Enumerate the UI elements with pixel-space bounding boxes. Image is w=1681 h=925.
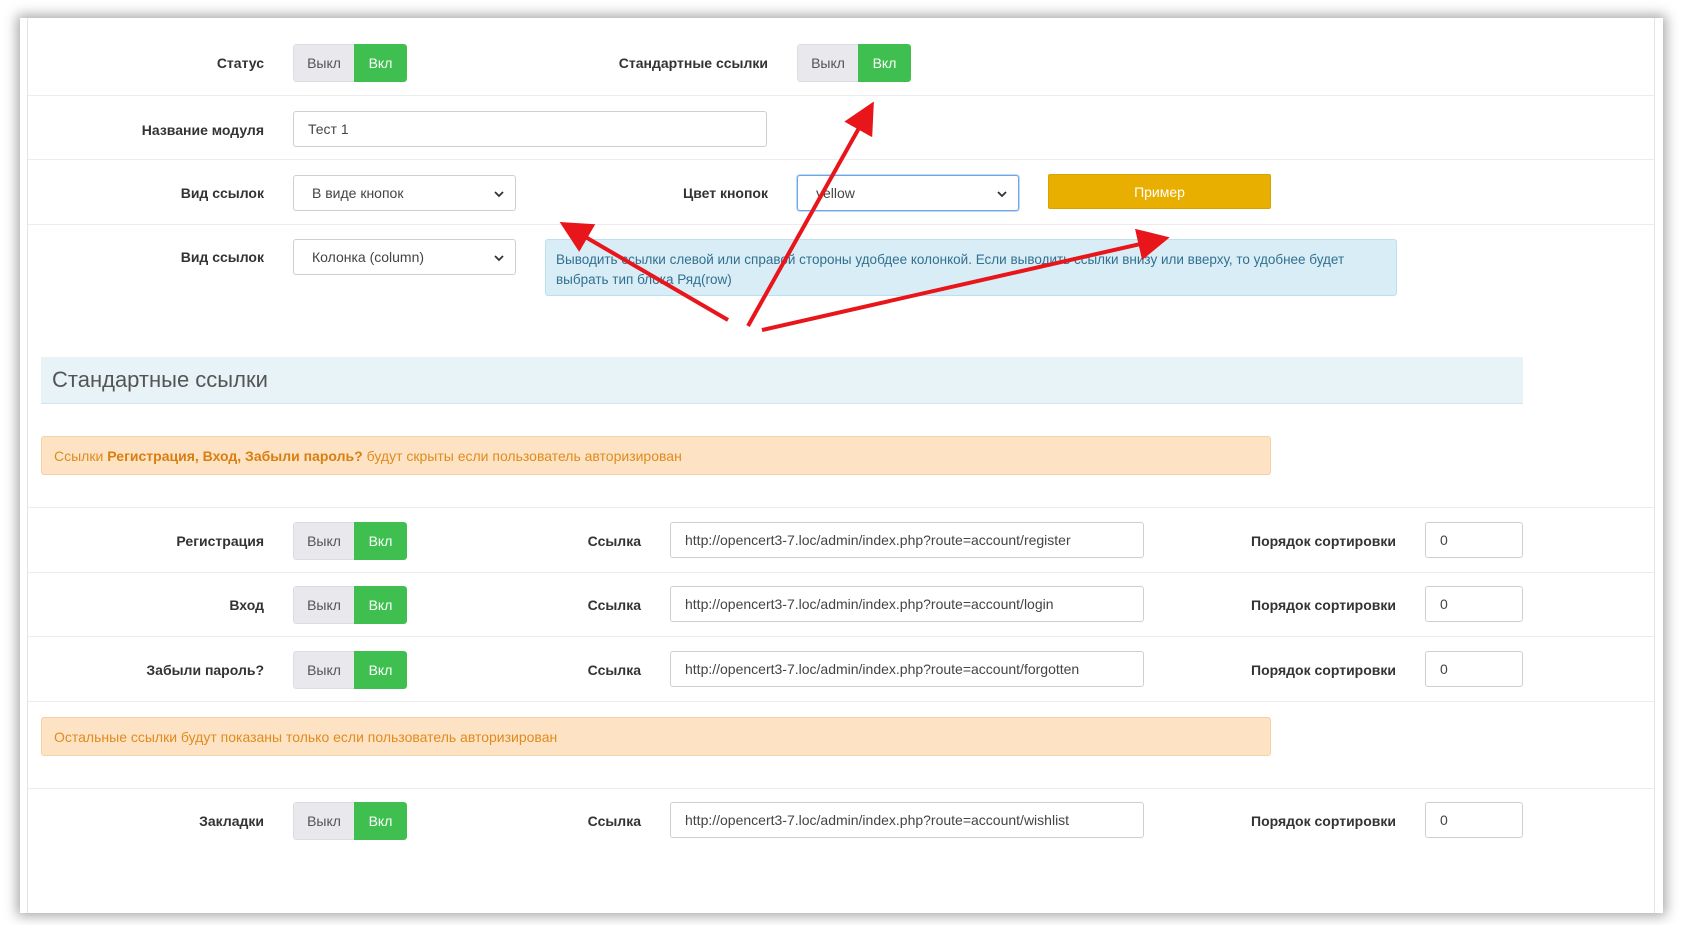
layout-info-alert: Выводить ссылки слевой или справой сторо…	[545, 239, 1397, 296]
screenshot-frame: Статус Выкл Вкл Стандартные ссылки Выкл …	[20, 18, 1663, 913]
forgotten-on-button[interactable]: Вкл	[354, 651, 407, 689]
register-toggle[interactable]: Выкл Вкл	[293, 522, 407, 560]
std-links-off-button[interactable]: Выкл	[797, 44, 858, 82]
login-off-button[interactable]: Выкл	[293, 586, 354, 624]
module-name-label: Название модуля	[141, 122, 264, 138]
chevron-down-icon	[997, 191, 1007, 198]
module-settings-panel: Статус Выкл Вкл Стандартные ссылки Выкл …	[27, 18, 1655, 913]
link-label: Ссылка	[587, 533, 641, 549]
forgotten-off-button[interactable]: Выкл	[293, 651, 354, 689]
forgotten-toggle[interactable]: Выкл Вкл	[293, 651, 407, 689]
row-divider	[28, 507, 1654, 508]
sample-button[interactable]: Пример	[1048, 174, 1271, 209]
sort-order-label: Порядок сортировки	[1251, 813, 1396, 829]
link-label: Ссылка	[587, 813, 641, 829]
wishlist-toggle[interactable]: Выкл Вкл	[293, 802, 407, 840]
links-layout-label: Вид ссылок	[180, 249, 264, 265]
row-divider	[28, 224, 1654, 225]
button-color-value: yellow	[816, 185, 855, 201]
row-divider	[28, 701, 1654, 702]
register-off-button[interactable]: Выкл	[293, 522, 354, 560]
login-url-input[interactable]: http://opencert3-7.loc/admin/index.php?r…	[670, 586, 1144, 622]
status-toggle[interactable]: Выкл Вкл	[293, 44, 407, 82]
link-row-name: Закладки	[199, 813, 264, 829]
module-name-input[interactable]: Тест 1	[293, 111, 767, 147]
row-divider	[28, 788, 1654, 789]
auth-hidden-warning: Ссылки Регистрация, Вход, Забыли пароль?…	[41, 436, 1271, 475]
button-color-select[interactable]: yellow	[797, 175, 1019, 211]
warning-text-post: будут скрыты если пользователь авторизир…	[366, 447, 682, 464]
link-row-name: Забыли пароль?	[146, 662, 264, 678]
wishlist-on-button[interactable]: Вкл	[354, 802, 407, 840]
std-links-label: Стандартные ссылки	[618, 55, 768, 71]
forgotten-sort-input[interactable]: 0	[1425, 651, 1523, 687]
warning-text-pre: Ссылки	[54, 447, 104, 464]
row-divider	[28, 636, 1654, 637]
chevron-down-icon	[494, 191, 504, 198]
sort-order-label: Порядок сортировки	[1251, 597, 1396, 613]
button-color-label: Цвет кнопок	[682, 185, 768, 201]
links-layout-value: Колонка (column)	[312, 249, 425, 265]
wishlist-sort-input[interactable]: 0	[1425, 802, 1523, 838]
login-sort-input[interactable]: 0	[1425, 586, 1523, 622]
links-view-value: В виде кнопок	[312, 185, 404, 201]
register-url-input[interactable]: http://opencert3-7.loc/admin/index.php?r…	[670, 522, 1144, 558]
links-view-select[interactable]: В виде кнопок	[293, 175, 516, 211]
link-label: Ссылка	[587, 597, 641, 613]
links-view-label: Вид ссылок	[180, 185, 264, 201]
auth-shown-warning: Остальные ссылки будут показаны только е…	[41, 717, 1271, 756]
status-label: Статус	[216, 55, 264, 71]
row-divider	[28, 95, 1654, 96]
warning-text-bold: Регистрация, Вход, Забыли пароль?	[107, 447, 363, 464]
chevron-down-icon	[494, 255, 504, 262]
status-on-button[interactable]: Вкл	[354, 44, 407, 82]
sort-order-label: Порядок сортировки	[1251, 662, 1396, 678]
links-layout-select[interactable]: Колонка (column)	[293, 239, 516, 275]
row-divider	[28, 572, 1654, 573]
wishlist-url-input[interactable]: http://opencert3-7.loc/admin/index.php?r…	[670, 802, 1144, 838]
login-toggle[interactable]: Выкл Вкл	[293, 586, 407, 624]
link-row-name: Вход	[229, 597, 264, 613]
status-off-button[interactable]: Выкл	[293, 44, 354, 82]
std-links-on-button[interactable]: Вкл	[858, 44, 911, 82]
row-divider	[28, 159, 1654, 160]
wishlist-off-button[interactable]: Выкл	[293, 802, 354, 840]
link-label: Ссылка	[587, 662, 641, 678]
std-links-toggle[interactable]: Выкл Вкл	[797, 44, 911, 82]
register-on-button[interactable]: Вкл	[354, 522, 407, 560]
login-on-button[interactable]: Вкл	[354, 586, 407, 624]
sort-order-label: Порядок сортировки	[1251, 533, 1396, 549]
std-links-section-title: Стандартные ссылки	[41, 357, 1523, 404]
forgotten-url-input[interactable]: http://opencert3-7.loc/admin/index.php?r…	[670, 651, 1144, 687]
register-sort-input[interactable]: 0	[1425, 522, 1523, 558]
link-row-name: Регистрация	[176, 533, 264, 549]
